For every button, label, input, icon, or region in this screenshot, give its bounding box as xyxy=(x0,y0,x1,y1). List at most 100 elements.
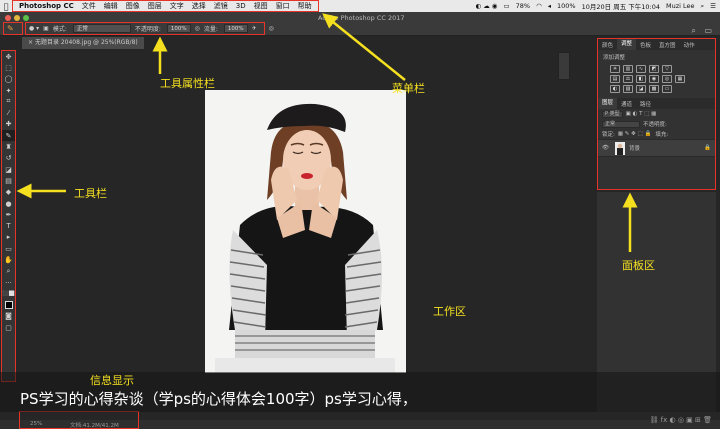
tab-paths[interactable]: 路径 xyxy=(636,100,655,108)
lasso-tool-icon[interactable]: ◯ xyxy=(2,74,15,85)
menu-type[interactable]: 文字 xyxy=(166,1,188,11)
threshold-icon[interactable]: ◪ xyxy=(636,85,646,93)
airbrush-icon[interactable]: ✈ xyxy=(252,25,257,32)
tab-actions[interactable]: 动作 xyxy=(680,41,699,49)
menu-select[interactable]: 选择 xyxy=(188,1,210,11)
zoom-window-button[interactable] xyxy=(23,15,29,21)
marquee-tool-icon[interactable]: ⬚ xyxy=(2,62,15,73)
exposure-icon[interactable]: ◩ xyxy=(649,65,659,73)
menu-file[interactable]: 文件 xyxy=(78,1,100,11)
tab-histogram[interactable]: 直方图 xyxy=(655,41,680,49)
color-balance-icon[interactable]: ⚖ xyxy=(623,75,633,83)
rectangle-tool-icon[interactable]: ▭ xyxy=(2,243,15,254)
screen-mode-icon[interactable]: ▢ xyxy=(2,322,15,333)
tab-swatches[interactable]: 色板 xyxy=(636,41,655,49)
menu-app[interactable]: Photoshop CC xyxy=(15,2,78,10)
close-tab-icon[interactable]: × xyxy=(28,39,35,46)
user-name[interactable]: Muzi Lee xyxy=(666,2,695,10)
vibrance-icon[interactable]: ▽ xyxy=(662,65,672,73)
properties-mini-panel[interactable] xyxy=(558,52,570,80)
quick-mask-icon[interactable]: ◙ xyxy=(2,311,15,322)
menu-filter[interactable]: 滤镜 xyxy=(210,1,232,11)
tab-adjustments[interactable]: 调整 xyxy=(617,39,637,50)
curves-icon[interactable]: ∿ xyxy=(636,65,646,73)
eraser-tool-icon[interactable]: ◪ xyxy=(2,164,15,175)
layer-name[interactable]: 背景 xyxy=(629,144,640,152)
brush-preset-picker[interactable]: ● ▾ xyxy=(29,25,39,32)
posterize-icon[interactable]: ▨ xyxy=(623,85,633,93)
magic-wand-tool-icon[interactable]: ✦ xyxy=(2,85,15,96)
panel-tabs-top: 颜色 调整 色板 直方图 动作 xyxy=(598,39,715,50)
hue-saturation-icon[interactable]: ▤ xyxy=(610,75,620,83)
healing-brush-tool-icon[interactable]: ✚ xyxy=(2,119,15,130)
pressure-size-icon[interactable]: ◎ xyxy=(269,25,274,32)
layer-filter-icons[interactable]: ▣ ◐ T ⬚ ▦ xyxy=(626,111,657,117)
search-icon[interactable]: ⌕ xyxy=(701,2,705,11)
tab-channels[interactable]: 通道 xyxy=(617,100,636,108)
menu-help[interactable]: 帮助 xyxy=(294,1,316,11)
eyedropper-tool-icon[interactable]: ⁄ xyxy=(2,107,15,118)
status-icons[interactable]: ◐ ☁ ◉ xyxy=(475,2,497,10)
levels-icon[interactable]: ▥ xyxy=(623,65,633,73)
history-brush-tool-icon[interactable]: ↺ xyxy=(2,153,15,164)
menu-layer[interactable]: 图层 xyxy=(144,1,166,11)
apple-icon[interactable]:  xyxy=(0,2,12,11)
minimize-window-button[interactable] xyxy=(14,15,20,21)
channel-mixer-icon[interactable]: ◎ xyxy=(662,75,672,83)
crop-tool-icon[interactable]: ⌗ xyxy=(2,96,15,107)
search-icon[interactable]: ⌕ xyxy=(691,26,695,35)
layer-row[interactable]: 👁 背景 🔒 xyxy=(598,139,715,157)
menu-view[interactable]: 视图 xyxy=(250,1,272,11)
layer-panel-bottom-icons[interactable]: ⛓ fx ◐ ◎ ▣ ⊞ 🗑 xyxy=(650,416,712,424)
pen-tool-icon[interactable]: ✒ xyxy=(2,209,15,220)
visibility-eye-icon[interactable]: 👁 xyxy=(602,145,609,151)
mac-status-area: ◐ ☁ ◉ ▭ 78% ◠ ◂ 100% 10月20日 周五 下午10:04 M… xyxy=(469,0,716,12)
battery-icon[interactable]: ▭ xyxy=(503,2,509,10)
dodge-tool-icon[interactable]: ● xyxy=(2,198,15,209)
tab-layers[interactable]: 图层 xyxy=(598,98,618,109)
mode-select[interactable]: 正常 xyxy=(72,24,131,33)
clone-stamp-tool-icon[interactable]: ♜ xyxy=(2,141,15,152)
foreground-background-color[interactable] xyxy=(2,300,15,311)
brush-panel-toggle-icon[interactable]: ▣ xyxy=(43,25,49,32)
gradient-map-icon[interactable]: ▭ xyxy=(662,85,672,93)
tab-color[interactable]: 颜色 xyxy=(598,41,617,49)
brush-tool-icon[interactable]: ✎ xyxy=(2,130,15,142)
default-colors-icon[interactable]: ⬛⬜ xyxy=(2,288,15,299)
zoom-tool-icon[interactable]: ⌕ xyxy=(2,266,15,277)
color-lookup-icon[interactable]: ▦ xyxy=(675,75,685,83)
clock[interactable]: 10月20日 周五 下午10:04 xyxy=(582,1,660,11)
brightness-icon[interactable]: ☀ xyxy=(610,65,620,73)
opacity-input[interactable]: 100% xyxy=(166,24,191,33)
lock-icons[interactable]: ▦ ✎ ✥ ⬚ 🔒 xyxy=(618,131,651,137)
menu-3d[interactable]: 3D xyxy=(232,2,250,10)
move-tool-icon[interactable]: ✥ xyxy=(2,51,15,62)
photo-filter-icon[interactable]: ◉ xyxy=(649,75,659,83)
hand-tool-icon[interactable]: ✋ xyxy=(2,254,15,265)
menu-image[interactable]: 图像 xyxy=(122,1,144,11)
invert-icon[interactable]: ◐ xyxy=(610,85,620,93)
menu-window[interactable]: 窗口 xyxy=(272,1,294,11)
more-tools-icon[interactable]: ··· xyxy=(2,277,15,288)
type-tool-icon[interactable]: T xyxy=(2,220,15,231)
workspace-switcher-icon[interactable]: ▭ xyxy=(704,26,712,35)
gradient-tool-icon[interactable]: ▤ xyxy=(2,175,15,186)
path-selection-tool-icon[interactable]: ▸ xyxy=(2,232,15,243)
blur-tool-icon[interactable]: ◆ xyxy=(2,187,15,198)
blend-mode-select[interactable]: 正常 xyxy=(602,120,640,128)
brush-icon[interactable]: ✎ xyxy=(7,24,14,33)
menu-list-icon[interactable]: ☰ xyxy=(710,2,716,10)
black-white-icon[interactable]: ◧ xyxy=(636,75,646,83)
flow-input[interactable]: 100% xyxy=(223,24,248,33)
volume-icon[interactable]: ◂ xyxy=(548,2,551,10)
portrait-photo xyxy=(205,90,406,373)
close-window-button[interactable] xyxy=(5,15,11,21)
layer-kind-select[interactable]: P 类型 xyxy=(602,110,623,118)
pressure-opacity-icon[interactable]: ◎ xyxy=(195,25,200,32)
document-canvas[interactable] xyxy=(205,90,406,373)
wifi-level: 100% xyxy=(557,2,576,10)
document-tab[interactable]: × 无题目录 20408.jpg @ 25%(RGB/8) xyxy=(22,37,144,49)
selective-color-icon[interactable]: ▩ xyxy=(649,85,659,93)
menu-edit[interactable]: 编辑 xyxy=(100,1,122,11)
wifi-icon[interactable]: ◠ xyxy=(536,2,542,10)
